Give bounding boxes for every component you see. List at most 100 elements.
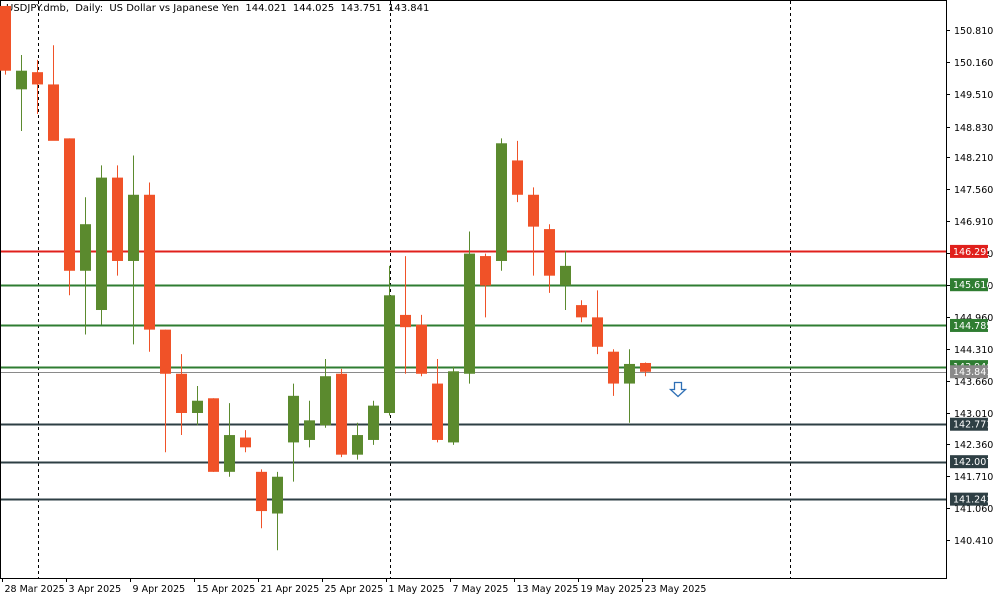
candle[interactable]	[32, 59, 43, 114]
candle[interactable]	[576, 300, 587, 323]
candle-body	[496, 143, 507, 261]
candle-body	[16, 70, 27, 90]
candle[interactable]	[256, 469, 267, 529]
candle-body	[144, 194, 155, 330]
price-tick-label: 150.810	[954, 26, 993, 37]
candle[interactable]	[112, 165, 123, 276]
price-tick-label: 149.510	[954, 90, 993, 101]
candle-body	[464, 253, 475, 374]
candle[interactable]	[336, 368, 347, 458]
candle[interactable]	[448, 366, 459, 445]
price-tick-label: 144.310	[954, 345, 993, 356]
candle-body	[384, 295, 395, 413]
candle-body	[560, 265, 571, 286]
price-tick-label: 143.660	[954, 377, 993, 388]
price-tick-label: 142.360	[954, 440, 993, 451]
candle-body	[480, 256, 491, 286]
candle-body	[224, 435, 235, 472]
time-axis: 28 Mar 2025 3 Apr 2025 9 Apr 2025 15 Apr 20…	[2, 578, 707, 595]
candle-body	[0, 5, 11, 71]
signal-marker	[668, 381, 688, 398]
candle-body	[192, 400, 203, 413]
candle[interactable]	[320, 359, 331, 428]
time-tick-label: 3 Apr 2025	[69, 584, 122, 595]
candle-body	[32, 72, 43, 85]
time-tick-label: 21 Apr 2025	[261, 584, 320, 595]
candle[interactable]	[160, 329, 171, 453]
candle[interactable]	[432, 359, 443, 443]
candle-body	[272, 476, 283, 514]
candle[interactable]	[80, 197, 91, 335]
candle[interactable]	[544, 224, 555, 293]
candle-body	[320, 376, 331, 426]
level-label: 141.243	[953, 495, 992, 506]
time-tick-label: 7 May 2025	[453, 584, 509, 595]
candle[interactable]	[128, 155, 139, 345]
candle-body	[448, 371, 459, 443]
time-tick-label: 19 May 2025	[581, 584, 643, 595]
time-tick-label: 15 Apr 2025	[197, 584, 256, 595]
candles[interactable]	[0, 5, 651, 551]
candle-body	[640, 362, 651, 372]
candle[interactable]	[512, 140, 523, 203]
candle-body	[528, 194, 539, 227]
candle-body	[96, 177, 107, 311]
price-tick-label: 148.210	[954, 153, 993, 164]
candle-body	[240, 437, 251, 448]
price-tick-label: 147.560	[954, 185, 993, 196]
time-tick-label: 13 May 2025	[517, 584, 579, 595]
candle[interactable]	[16, 55, 27, 132]
price-tick-label: 141.710	[954, 472, 993, 483]
level-label: 142.007	[953, 457, 992, 468]
candle-body	[608, 351, 619, 384]
level-label: 143.841	[953, 367, 992, 378]
candle-body	[352, 435, 363, 455]
time-tick-label: 1 May 2025	[389, 584, 445, 595]
candle[interactable]	[144, 182, 155, 352]
candle[interactable]	[0, 5, 11, 75]
candle[interactable]	[624, 349, 635, 423]
time-tick-label: 25 Apr 2025	[325, 584, 384, 595]
candle[interactable]	[416, 314, 427, 377]
candle[interactable]	[176, 354, 187, 436]
level-labels: 146.295145.616144.785143.946143.841142.7…	[950, 244, 992, 506]
candle-body	[336, 373, 347, 455]
candle-body	[592, 317, 603, 347]
candle-body	[112, 177, 123, 261]
candle[interactable]	[208, 398, 219, 472]
candle[interactable]	[48, 45, 59, 141]
price-chart[interactable]: 150.810 150.160 149.510 148.830 148.210 147.5…	[0, 0, 1000, 600]
candle[interactable]	[272, 471, 283, 551]
candle[interactable]	[560, 251, 571, 311]
time-tick-label: 9 Apr 2025	[133, 584, 186, 595]
level-label: 144.785	[953, 321, 992, 332]
candle[interactable]	[592, 290, 603, 355]
candle[interactable]	[240, 430, 251, 453]
candle[interactable]	[496, 138, 507, 271]
candle-body	[544, 229, 555, 276]
candle[interactable]	[288, 383, 299, 482]
time-tick-label: 23 May 2025	[645, 584, 707, 595]
candle[interactable]	[384, 265, 395, 416]
candle[interactable]	[96, 165, 107, 325]
candle-body	[432, 383, 443, 440]
candle[interactable]	[528, 187, 539, 276]
candle[interactable]	[304, 400, 315, 448]
candle[interactable]	[64, 138, 75, 296]
candle-body	[48, 84, 59, 141]
candle[interactable]	[640, 362, 651, 377]
candle-body	[288, 395, 299, 443]
candle-body	[400, 314, 411, 328]
candle[interactable]	[192, 386, 203, 426]
candle-body	[576, 305, 587, 318]
candle-body	[176, 373, 187, 413]
candle[interactable]	[368, 400, 379, 445]
candle[interactable]	[400, 256, 411, 374]
price-tick-label: 148.830	[954, 123, 993, 134]
candle[interactable]	[464, 231, 475, 384]
candle[interactable]	[352, 422, 363, 460]
candle[interactable]	[608, 349, 619, 396]
candle[interactable]	[480, 253, 491, 318]
candle-body	[64, 138, 75, 271]
candle[interactable]	[224, 403, 235, 477]
